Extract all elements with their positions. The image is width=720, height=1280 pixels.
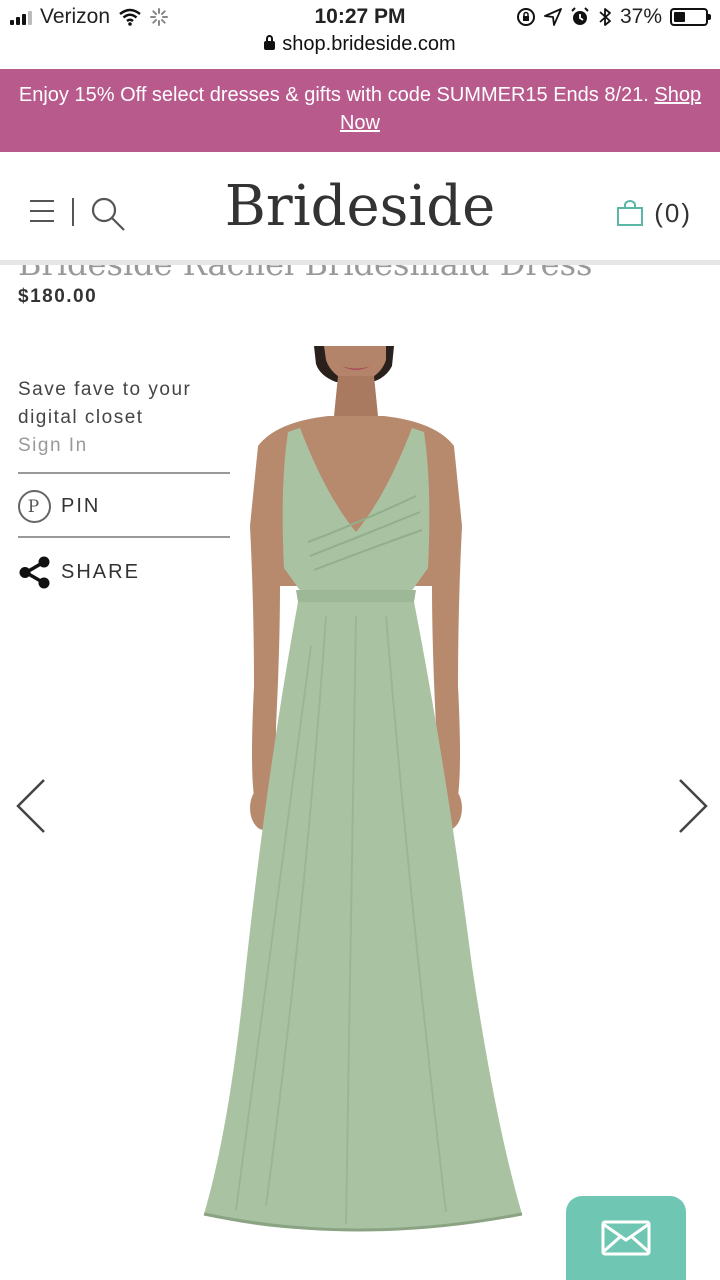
save-fave-text: Save fave to your digital closet <box>18 379 192 428</box>
product-title: Brideside Rachel Bridesmaid Dress <box>18 265 592 277</box>
url-text: shop.brideside.com <box>282 33 456 55</box>
product-price: $180.00 <box>18 286 98 307</box>
share-icon <box>19 556 50 589</box>
site-logo[interactable]: Brideside <box>0 174 720 239</box>
product-image[interactable] <box>196 346 536 1236</box>
contact-button[interactable] <box>566 1196 686 1280</box>
share-button[interactable]: SHARE <box>18 556 140 589</box>
chevron-left-icon[interactable] <box>14 776 54 836</box>
cart-count: (0) <box>654 198 692 228</box>
promo-text: Enjoy 15% Off select dresses & gifts wit… <box>18 84 649 106</box>
lock-icon <box>264 35 276 50</box>
site-header: Brideside (0) <box>0 152 720 265</box>
location-icon <box>544 8 562 26</box>
alarm-icon <box>571 7 589 25</box>
envelope-icon <box>601 1220 651 1256</box>
shopping-bag-icon <box>617 199 644 226</box>
promo-banner: Enjoy 15% Off select dresses & gifts wit… <box>0 69 720 152</box>
product-title-clip: Brideside Rachel Bridesmaid Dress <box>0 265 720 277</box>
pin-button[interactable]: P PIN <box>18 490 100 523</box>
pinterest-icon: P <box>18 490 51 523</box>
address-bar[interactable]: shop.brideside.com <box>0 33 720 56</box>
pin-label: PIN <box>61 495 101 517</box>
chevron-right-icon[interactable] <box>670 776 710 836</box>
battery-percent: 37% <box>619 5 662 28</box>
battery-icon <box>670 8 711 26</box>
status-bar: Verizon 10:27 PM 37% <box>0 0 720 36</box>
status-right: 37% <box>516 5 711 29</box>
share-label: SHARE <box>61 561 140 583</box>
cart-button[interactable]: (0) <box>616 198 692 229</box>
bluetooth-icon <box>599 8 611 26</box>
orientation-lock-icon <box>516 8 535 26</box>
